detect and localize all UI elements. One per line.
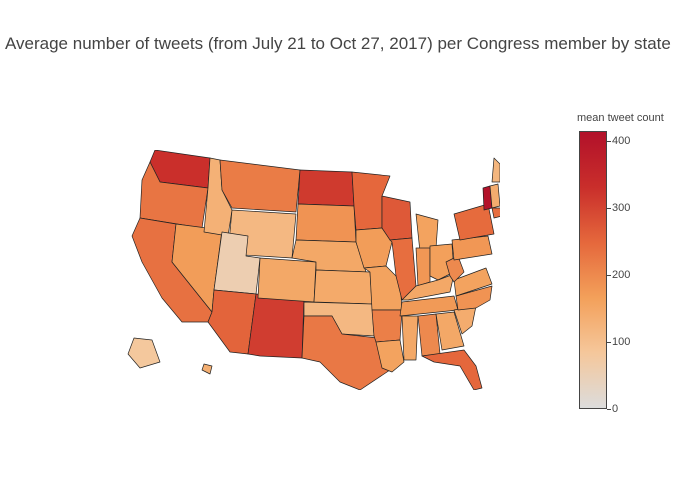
state-fl[interactable]	[421, 349, 483, 391]
state-ks[interactable]	[313, 269, 373, 305]
us-map[interactable]	[120, 149, 503, 391]
state-pa[interactable]	[451, 235, 493, 261]
state-me[interactable]	[491, 157, 501, 183]
state-nh[interactable]	[489, 183, 501, 209]
colorbar-tick-mark	[607, 409, 611, 410]
colorbar	[579, 131, 607, 409]
chart-title: Average number of tweets (from July 21 t…	[5, 34, 671, 53]
colorbar-tick-label: 0	[612, 403, 619, 415]
colorbar-tick-mark	[607, 342, 611, 343]
colorbar-tick-mark	[607, 208, 611, 210]
colorbar-tick-label: 200	[612, 269, 631, 282]
state-nd[interactable]	[297, 169, 355, 207]
colorbar-tick-mark	[607, 141, 611, 143]
state-ar[interactable]	[371, 309, 403, 343]
colorbar-tick-label: 100	[612, 336, 631, 348]
colorbar-tick-label: 400	[612, 135, 631, 148]
state-ak[interactable]	[127, 337, 161, 369]
state-hi[interactable]	[201, 363, 213, 375]
state-wi[interactable]	[381, 195, 413, 241]
colorbar-title: mean tweet count	[577, 112, 664, 124]
state-ms[interactable]	[401, 315, 419, 361]
state-nm[interactable]	[247, 293, 305, 359]
state-ny[interactable]	[453, 203, 495, 241]
state-mt[interactable]	[219, 159, 301, 213]
colorbar-tick-mark	[607, 275, 611, 277]
state-co[interactable]	[257, 257, 317, 303]
state-ma[interactable]	[491, 207, 503, 219]
colorbar-tick-label: 300	[612, 202, 631, 215]
us-map-svg[interactable]	[120, 149, 503, 391]
state-az[interactable]	[207, 289, 257, 355]
state-in[interactable]	[415, 247, 431, 287]
state-sd[interactable]	[295, 203, 357, 243]
